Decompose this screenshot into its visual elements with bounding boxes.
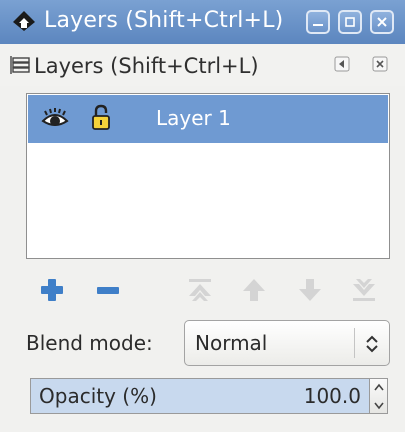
add-layer-icon[interactable] xyxy=(38,276,66,304)
window-titlebar[interactable]: Layers (Shift+Ctrl+L) xyxy=(0,0,405,45)
blend-mode-value: Normal xyxy=(195,331,268,355)
minimize-button[interactable] xyxy=(306,10,330,34)
close-button[interactable] xyxy=(370,10,394,34)
layer-name[interactable]: Layer 1 xyxy=(156,106,231,130)
inkscape-icon xyxy=(13,11,35,31)
panel-title: Layers (Shift+Ctrl+L) xyxy=(34,54,259,78)
dock-menu-icon[interactable] xyxy=(334,56,350,72)
layer-list[interactable]: Layer 1 xyxy=(26,93,390,259)
close-icon xyxy=(377,17,387,27)
window-title: Layers (Shift+Ctrl+L) xyxy=(44,8,284,33)
raise-layer-icon xyxy=(243,279,265,301)
layers-icon xyxy=(10,56,30,74)
lower-to-bottom-icon xyxy=(353,279,375,301)
maximize-button[interactable] xyxy=(338,10,362,34)
blend-mode-select[interactable]: Normal xyxy=(184,320,390,366)
minimize-icon xyxy=(313,24,323,26)
select-divider xyxy=(354,328,355,358)
blend-mode-label: Blend mode: xyxy=(26,331,153,355)
layer-row[interactable]: Layer 1 xyxy=(28,95,388,143)
visibility-eye-icon[interactable] xyxy=(41,107,69,131)
opacity-value[interactable]: 100.0 xyxy=(304,384,361,408)
updown-chevron-icon xyxy=(366,335,378,353)
opacity-label: Opacity (%) xyxy=(39,384,157,408)
lower-layer-icon xyxy=(299,279,321,301)
unlocked-padlock-icon[interactable] xyxy=(90,104,112,132)
maximize-icon xyxy=(345,17,355,27)
raise-to-top-icon xyxy=(189,279,211,301)
step-up-icon[interactable] xyxy=(373,382,385,394)
opacity-stepper[interactable] xyxy=(370,378,388,414)
opacity-spinbox[interactable]: Opacity (%) 100.0 xyxy=(30,378,370,414)
remove-layer-icon[interactable] xyxy=(94,276,122,304)
dock-close-icon[interactable] xyxy=(372,56,388,72)
step-down-icon[interactable] xyxy=(373,399,385,411)
